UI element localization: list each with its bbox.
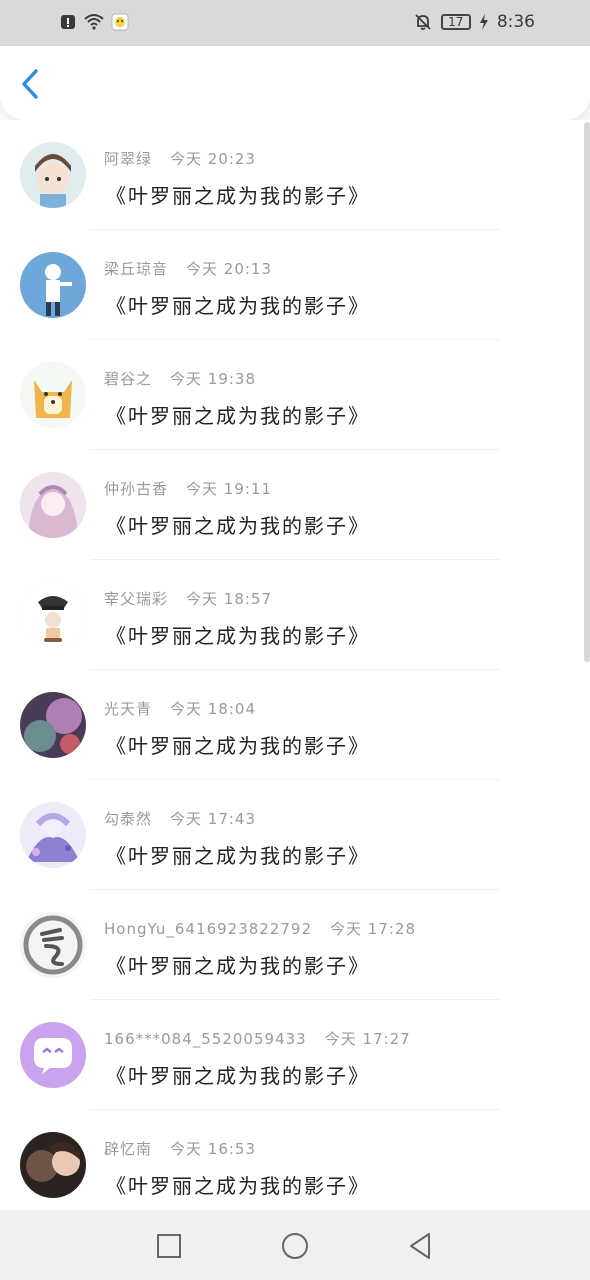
wifi-icon [84, 12, 104, 32]
list-item[interactable]: 碧谷之 今天 19:38 《叶罗丽之成为我的影子》 [0, 340, 590, 450]
comment-text: 《叶罗丽之成为我的影子》 [106, 404, 370, 428]
comment-text: 《叶罗丽之成为我的影子》 [106, 624, 370, 648]
username[interactable]: 宰父瑞彩 [104, 590, 168, 608]
username[interactable]: 光天青 [104, 700, 152, 718]
timestamp: 今天 17:27 [324, 1030, 411, 1048]
comment-meta: HongYu_6416923822792 今天 17:28 [104, 918, 416, 939]
timestamp: 今天 20:13 [186, 260, 273, 278]
timestamp: 今天 20:23 [170, 150, 257, 168]
alert-icon [58, 12, 78, 32]
comment-text: 《叶罗丽之成为我的影子》 [106, 1064, 370, 1088]
timestamp: 今天 16:53 [170, 1140, 257, 1158]
list-item[interactable]: 宰父瑞彩 今天 18:57 《叶罗丽之成为我的影子》 [0, 560, 590, 670]
username[interactable]: 碧谷之 [104, 370, 152, 388]
status-right: 17 8:36 [413, 12, 535, 32]
comment-meta: 仲孙古香 今天 19:11 [104, 478, 272, 499]
back-button[interactable] [16, 66, 46, 102]
square-icon [157, 1234, 181, 1258]
home-button[interactable] [279, 1230, 311, 1262]
comment-text: 《叶罗丽之成为我的影子》 [106, 844, 370, 868]
timestamp: 今天 17:28 [330, 920, 416, 938]
timestamp: 今天 18:04 [170, 700, 257, 718]
comment-meta: 辟忆南 今天 16:53 [104, 1138, 256, 1159]
recents-button[interactable] [153, 1230, 185, 1262]
username[interactable]: 辟忆南 [104, 1140, 152, 1158]
comment-meta: 碧谷之 今天 19:38 [104, 368, 256, 389]
charging-icon [479, 12, 489, 32]
list-item[interactable]: 仲孙古香 今天 19:11 《叶罗丽之成为我的影子》 [0, 450, 590, 560]
comment-text: 《叶罗丽之成为我的影子》 [106, 734, 370, 758]
battery-icon: 17 [440, 14, 471, 30]
comment-text: 《叶罗丽之成为我的影子》 [106, 514, 370, 538]
comment-text: 《叶罗丽之成为我的影子》 [106, 954, 370, 978]
status-left [58, 12, 130, 32]
system-nav-bar [0, 1210, 590, 1280]
circle-icon [282, 1233, 308, 1259]
status-time: 8:36 [496, 12, 535, 32]
avatar[interactable] [20, 472, 86, 538]
username[interactable]: 梁丘琼音 [104, 260, 168, 278]
comment-meta: 宰父瑞彩 今天 18:57 [104, 588, 272, 609]
list-item[interactable]: 勾泰然 今天 17:43 《叶罗丽之成为我的影子》 [0, 780, 590, 890]
avatar[interactable] [20, 142, 86, 208]
timestamp: 今天 17:43 [170, 810, 257, 828]
app-notification-icon [110, 12, 130, 32]
battery-level: 17 [448, 15, 464, 29]
avatar[interactable] [20, 802, 86, 868]
timestamp: 今天 18:57 [186, 590, 273, 608]
avatar[interactable] [20, 582, 86, 648]
username[interactable]: 勾泰然 [104, 810, 152, 828]
avatar[interactable] [20, 1022, 86, 1088]
comment-text: 《叶罗丽之成为我的影子》 [106, 184, 370, 208]
top-app-bar [0, 46, 590, 120]
bell-off-icon [413, 12, 433, 32]
list-item[interactable]: HongYu_6416923822792 今天 17:28 《叶罗丽之成为我的影子… [0, 890, 590, 1000]
comment-meta: 勾泰然 今天 17:43 [104, 808, 256, 829]
comment-text: 《叶罗丽之成为我的影子》 [106, 1174, 370, 1198]
list-item[interactable]: 辟忆南 今天 16:53 《叶罗丽之成为我的影子》 [0, 1110, 590, 1210]
list-item[interactable]: 166***084_5520059433 今天 17:27 《叶罗丽之成为我的影子… [0, 1000, 590, 1110]
scrollbar[interactable] [584, 122, 590, 662]
avatar[interactable] [20, 362, 86, 428]
triangle-back-icon [410, 1233, 430, 1259]
timestamp: 今天 19:38 [170, 370, 257, 388]
status-bar: 17 8:36 [0, 0, 590, 46]
avatar[interactable] [20, 1132, 86, 1198]
username[interactable]: 166***084_5520059433 [104, 1030, 307, 1048]
username[interactable]: 阿翠绿 [104, 150, 152, 168]
comment-list[interactable]: 阿翠绿 今天 20:23 《叶罗丽之成为我的影子》 梁丘琼音 今天 20:13 《叶… [0, 120, 590, 1210]
timestamp: 今天 19:11 [186, 480, 273, 498]
avatar[interactable] [20, 252, 86, 318]
comment-meta: 阿翠绿 今天 20:23 [104, 148, 256, 169]
back-nav-button[interactable] [404, 1230, 436, 1262]
comment-meta: 光天青 今天 18:04 [104, 698, 256, 719]
list-item[interactable]: 阿翠绿 今天 20:23 《叶罗丽之成为我的影子》 [0, 120, 590, 230]
comment-meta: 梁丘琼音 今天 20:13 [104, 258, 272, 279]
avatar[interactable] [20, 692, 86, 758]
chevron-left-icon [22, 69, 38, 99]
username[interactable]: HongYu_6416923822792 [104, 920, 312, 938]
comment-text: 《叶罗丽之成为我的影子》 [106, 294, 370, 318]
username[interactable]: 仲孙古香 [104, 480, 168, 498]
avatar[interactable] [20, 912, 86, 978]
list-item[interactable]: 光天青 今天 18:04 《叶罗丽之成为我的影子》 [0, 670, 590, 780]
list-item[interactable]: 梁丘琼音 今天 20:13 《叶罗丽之成为我的影子》 [0, 230, 590, 340]
comment-meta: 166***084_5520059433 今天 17:27 [104, 1028, 411, 1049]
